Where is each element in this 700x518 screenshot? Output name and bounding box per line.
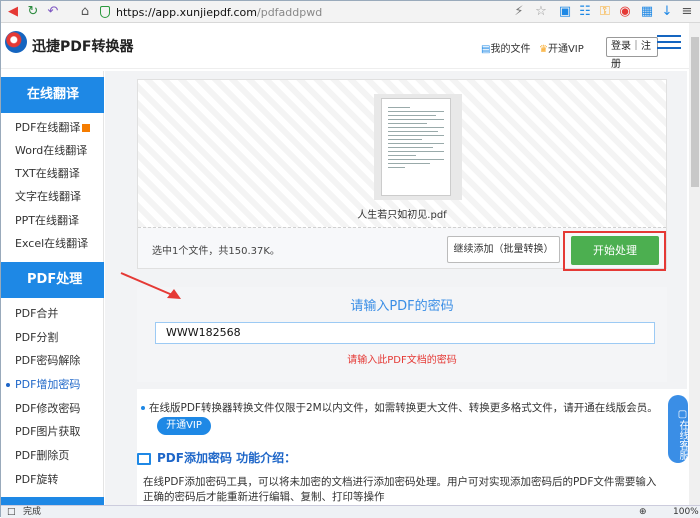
scrollbar-thumb[interactable]: [691, 37, 699, 187]
selection-summary: 选中1个文件，共150.37K。: [152, 246, 280, 257]
upload-panel: 人生若只如初见.pdf 选中1个文件，共150.37K。 继续添加（批量转换） …: [137, 79, 667, 271]
continue-add-button[interactable]: 继续添加（批量转换）: [447, 236, 560, 263]
url-host: https://app.xunjiepdf.com: [116, 6, 257, 19]
login-register-button[interactable]: 登录｜注册: [606, 37, 658, 70]
download-icon[interactable]: ↓: [659, 4, 675, 20]
hamburger-menu-icon[interactable]: [657, 31, 681, 55]
sidebar-item-pdf-image-extract[interactable]: PDF图片获取: [1, 421, 104, 443]
file-dropzone[interactable]: 人生若只如初见.pdf: [138, 80, 666, 228]
site-header: 迅捷PDF转换器 ▤我的文件 ♛开通VIP 登录｜注册: [1, 23, 700, 70]
secure-shield-icon: [100, 6, 110, 18]
sidebar-item-pdf-split[interactable]: PDF分割: [1, 327, 104, 349]
sidebar: 在线翻译 PDF在线翻译 Word在线翻译 TXT在线翻译 文字在线翻译 PPT…: [1, 71, 104, 511]
my-files-link[interactable]: ▤我的文件: [481, 40, 530, 55]
crown-icon: ♛: [539, 44, 548, 55]
sidebar-item-ppt-translate[interactable]: PPT在线翻译: [1, 210, 104, 232]
sidebar-item-pdf-translate[interactable]: PDF在线翻译: [1, 117, 104, 139]
book-icon: [137, 453, 151, 465]
red-arrow-annotation: [120, 272, 181, 299]
grid-icon[interactable]: ▦: [639, 4, 655, 20]
browser-window: ◀ ↻ ↶ ⌂ https://app.xunjiepdf.com/pdfadd…: [0, 0, 700, 518]
pdf-thumbnail[interactable]: [381, 98, 451, 196]
vip-link[interactable]: ♛开通VIP: [539, 40, 584, 55]
brand-name[interactable]: 迅捷PDF转换器: [32, 36, 133, 56]
sidebar-item-label: PDF在线翻译: [15, 121, 81, 134]
size-limit-notice: 在线版PDF转换器转换文件仅限于2M以内文件，如需转换更大文件、转换更多格式文件…: [141, 402, 658, 414]
sidebar-item-txt-translate[interactable]: TXT在线翻译: [1, 163, 104, 185]
my-files-label: 我的文件: [490, 44, 531, 55]
start-process-button[interactable]: 开始处理: [571, 236, 659, 265]
service-label: 在线客服: [677, 419, 688, 460]
status-bar: □ 完成 ⊕ 100%: [1, 505, 700, 518]
sidebar-item-text-translate[interactable]: 文字在线翻译: [1, 186, 104, 208]
open-vip-button[interactable]: 开通VIP: [157, 417, 211, 435]
back-icon[interactable]: ◀: [5, 4, 21, 20]
sidebar-item-pdf-add-password[interactable]: PDF增加密码: [1, 374, 104, 396]
password-hint: 请输入此PDF文档的密码: [347, 355, 457, 366]
sidebar-item-pdf-rotate[interactable]: PDF旋转: [1, 469, 104, 491]
password-title: 请输入PDF的密码: [350, 299, 454, 314]
sidebar-item-pdf-unlock[interactable]: PDF密码解除: [1, 350, 104, 372]
sidebar-item-pdf-delete-page[interactable]: PDF删除页: [1, 445, 104, 467]
status-text: 完成: [23, 507, 42, 517]
intro-text: 在线PDF添加密码工具，可以将未加密的文档进行添加密码处理。用户可对实现添加密码…: [143, 476, 657, 503]
chat-icon: ▢: [677, 408, 688, 420]
translate-icon[interactable]: ☷: [577, 4, 593, 20]
file-name: 人生若只如初见.pdf: [357, 210, 447, 221]
star-icon[interactable]: ☆: [533, 4, 549, 20]
home-icon[interactable]: ⌂: [77, 4, 93, 20]
browser-menu-icon[interactable]: ≡: [679, 4, 695, 20]
new-badge-icon: [82, 124, 91, 132]
main-content: 人生若只如初见.pdf 选中1个文件，共150.37K。 继续添加（批量转换） …: [105, 71, 687, 511]
extension-icon[interactable]: ▣: [557, 4, 573, 20]
url-path: /pdfaddpwd: [257, 6, 323, 19]
sidebar-section-pdf[interactable]: PDF处理: [1, 262, 104, 298]
online-service-button[interactable]: ▢在线客服: [668, 395, 688, 463]
address-bar[interactable]: https://app.xunjiepdf.com/pdfaddpwd: [116, 5, 322, 20]
undo-icon[interactable]: ↶: [45, 4, 61, 20]
intro-title: PDF添加密码 功能介绍：: [157, 451, 297, 465]
upload-footer: 选中1个文件，共150.37K。 继续添加（批量转换） 开始处理: [138, 228, 666, 271]
browser-toolbar: ◀ ↻ ↶ ⌂ https://app.xunjiepdf.com/pdfadd…: [1, 1, 700, 23]
vip-label: 开通VIP: [547, 44, 584, 55]
password-panel: 请输入PDF的密码 WWW182568 请输入此PDF文档的密码: [137, 287, 667, 382]
info-section: 在线版PDF转换器转换文件仅限于2M以内文件，如需转换更大文件、转换更多格式文件…: [137, 389, 687, 511]
sidebar-section-translate[interactable]: 在线翻译: [1, 77, 104, 113]
key-icon[interactable]: ⚿: [597, 4, 613, 20]
sidebar-item-word-translate[interactable]: Word在线翻译: [1, 140, 104, 162]
refresh-icon[interactable]: ↻: [25, 4, 41, 20]
sidebar-item-excel-translate[interactable]: Excel在线翻译: [1, 233, 104, 255]
sidebar-item-pdf-merge[interactable]: PDF合并: [1, 303, 104, 325]
page-icon: □: [7, 507, 16, 517]
password-input[interactable]: WWW182568: [155, 322, 655, 344]
zoom-level[interactable]: 100%: [673, 506, 699, 518]
bolt-icon[interactable]: ⚡: [511, 4, 527, 20]
snapshot-icon[interactable]: ◉: [617, 4, 633, 20]
brand-logo-icon[interactable]: [5, 31, 27, 53]
zoom-icon[interactable]: ⊕: [639, 506, 647, 518]
sidebar-item-pdf-change-password[interactable]: PDF修改密码: [1, 398, 104, 420]
